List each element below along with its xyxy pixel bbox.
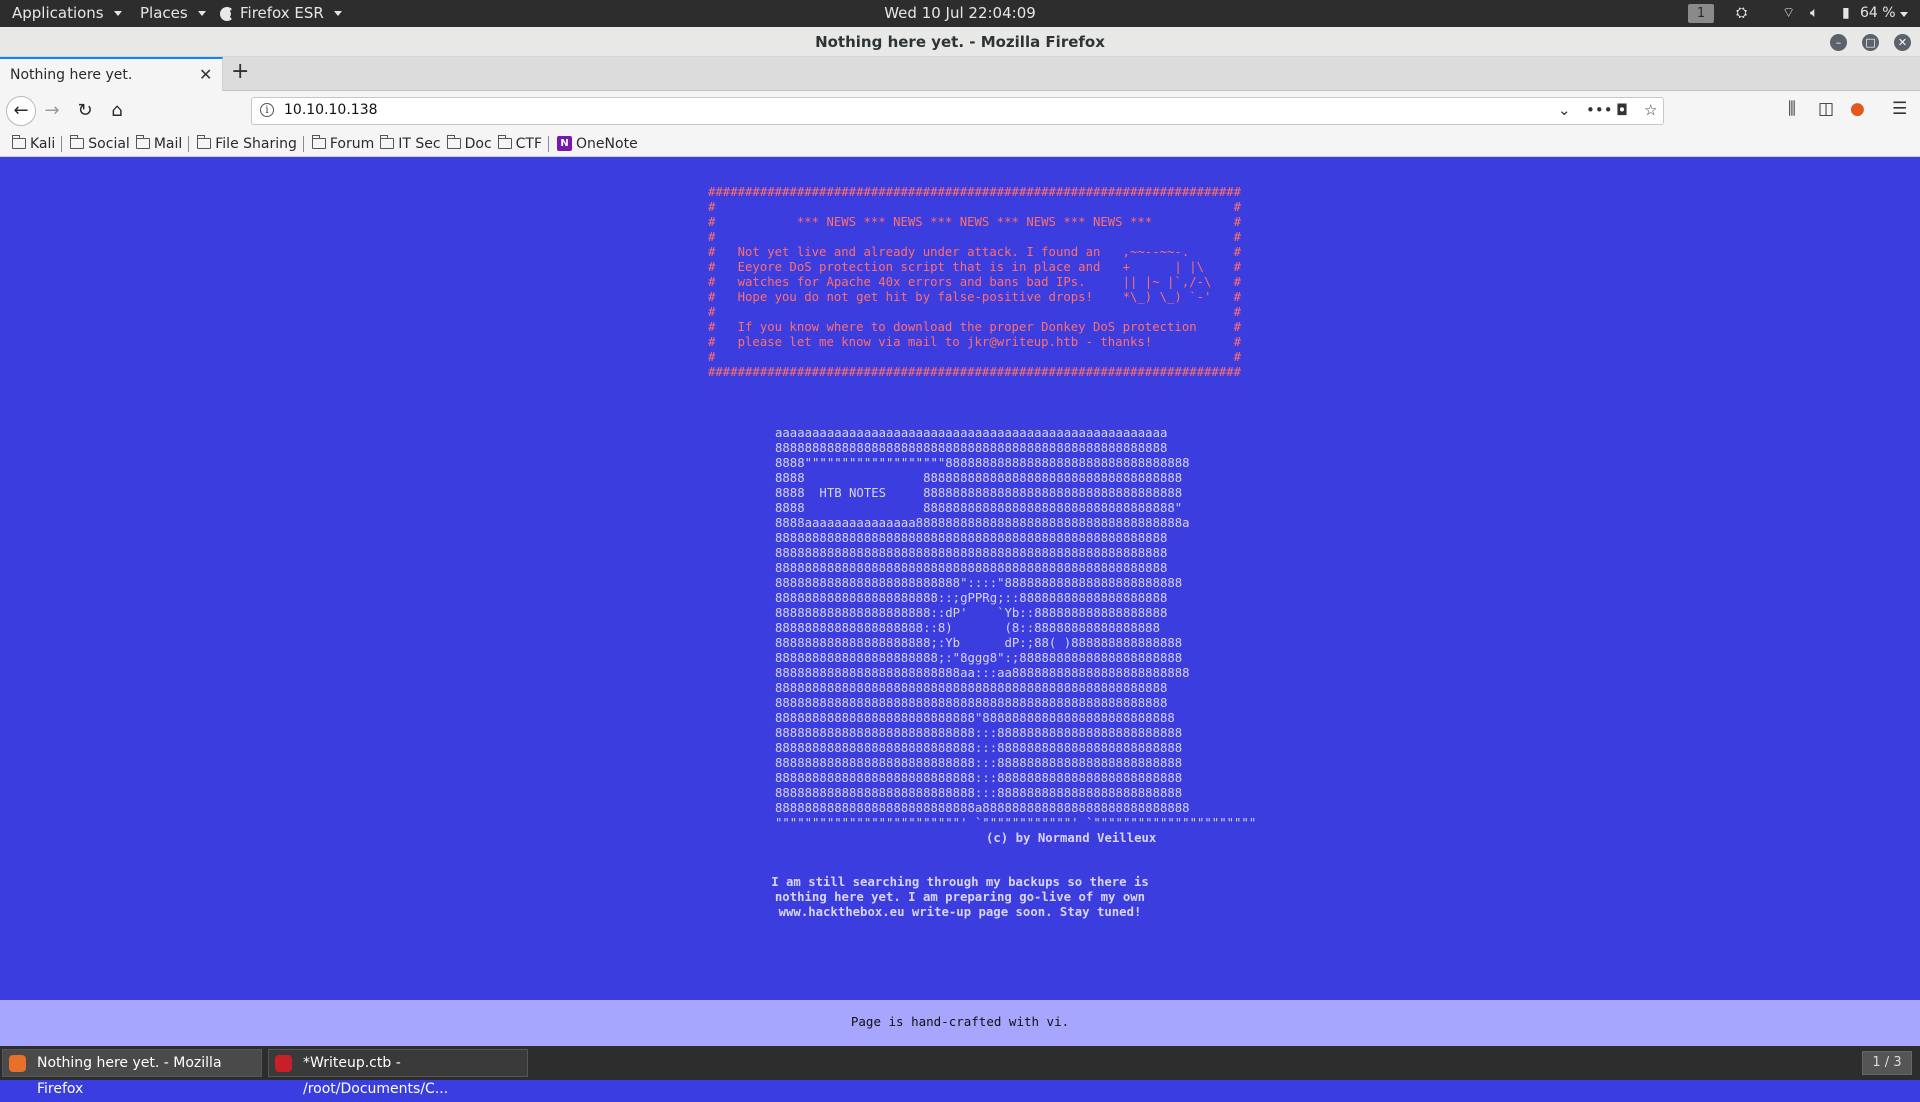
bookmark-folder-mail[interactable]: Mail bbox=[135, 135, 183, 152]
firefox-app-menu[interactable]: Firefox ESR bbox=[220, 0, 342, 27]
home-button[interactable]: ⌂ bbox=[105, 99, 129, 123]
battery-icon[interactable]: ▮ bbox=[1842, 0, 1850, 27]
workspace-pager[interactable]: 1 / 3 bbox=[1862, 1051, 1912, 1075]
places-menu[interactable]: Places bbox=[140, 0, 206, 27]
places-label: Places bbox=[140, 4, 188, 22]
url-dropdown-icon[interactable]: ⌄ bbox=[1558, 101, 1571, 119]
navigation-toolbar: ← → ↻ ⌂ i 10.10.10.138 ⌄ ••• ◘ ☆ ⫼ ◫ ● ☰ bbox=[0, 91, 1920, 131]
bookmark-label: File Sharing bbox=[215, 135, 297, 152]
bookmark-separator bbox=[302, 135, 304, 152]
library-icon[interactable]: ⫼ bbox=[1788, 99, 1796, 119]
bookmark-label: Social bbox=[88, 135, 130, 152]
close-tab-icon[interactable]: ✕ bbox=[199, 65, 212, 84]
reload-button[interactable]: ↻ bbox=[73, 99, 97, 123]
window-titlebar: Nothing here yet. - Mozilla Firefox – □ … bbox=[0, 27, 1920, 57]
extension-icon[interactable]: ● bbox=[1850, 99, 1865, 119]
bookmark-star-icon[interactable]: ☆ bbox=[1644, 101, 1657, 119]
bookmarks-toolbar: Kali Social Mail File Sharing Forum IT S… bbox=[0, 131, 1920, 157]
workspace-indicator[interactable]: 1 bbox=[1688, 4, 1714, 23]
news-banner: ########################################… bbox=[708, 185, 1242, 379]
applications-label: Applications bbox=[12, 4, 104, 22]
maximize-button[interactable]: □ bbox=[1862, 34, 1879, 51]
apps-tray-icon[interactable]: ⛭ bbox=[1736, 0, 1747, 27]
taskbar-item-label: Nothing here yet. - Mozilla Firefox bbox=[37, 1055, 222, 1097]
onenote-icon: N bbox=[557, 136, 573, 151]
folder-icon bbox=[135, 135, 150, 149]
folder-icon bbox=[70, 135, 85, 149]
bookmark-folder-it-sec[interactable]: IT Sec bbox=[380, 135, 441, 152]
bookmark-label: IT Sec bbox=[398, 135, 441, 152]
system-menu-caret[interactable] bbox=[1896, 0, 1908, 27]
taskbar-item-cherrytree[interactable]: *Writeup.ctb - /root/Documents/C... bbox=[268, 1049, 528, 1097]
sidebar-icon[interactable]: ◫ bbox=[1818, 99, 1834, 119]
bookmark-onenote[interactable]: N OneNote bbox=[557, 136, 638, 152]
tab-strip: Nothing here yet. ✕ + bbox=[0, 57, 1920, 92]
url-bar[interactable]: i 10.10.10.138 ⌄ ••• ◘ ☆ bbox=[251, 97, 1664, 125]
bookmark-folder-doc[interactable]: Doc bbox=[446, 135, 492, 152]
folder-icon bbox=[12, 135, 26, 149]
bookmark-label: OneNote bbox=[576, 135, 638, 152]
htb-notes-ascii-art: aaaaaaaaaaaaaaaaaaaaaaaaaaaaaaaaaaaaaaaa… bbox=[775, 426, 1257, 830]
back-button[interactable]: ← bbox=[6, 96, 36, 126]
bookmark-folder-forum[interactable]: Forum bbox=[311, 135, 375, 152]
hamburger-menu-icon[interactable]: ☰ bbox=[1892, 99, 1907, 119]
bookmark-folder-kali[interactable]: Kali bbox=[12, 135, 56, 152]
new-tab-button[interactable]: + bbox=[231, 59, 249, 84]
taskbar-item-label: *Writeup.ctb - /root/Documents/C... bbox=[303, 1055, 449, 1097]
battery-percentage: 64 % bbox=[1860, 5, 1896, 21]
web-page-content: ########################################… bbox=[0, 157, 1920, 1000]
ascii-art-credit: (c) by Normand Veilleux bbox=[986, 831, 1157, 845]
chevron-down-icon bbox=[197, 11, 206, 16]
bookmark-separator bbox=[548, 135, 550, 152]
bookmark-separator bbox=[188, 135, 190, 152]
firefox-icon bbox=[220, 6, 234, 21]
taskbar-item-firefox[interactable]: Nothing here yet. - Mozilla Firefox bbox=[2, 1049, 262, 1097]
volume-icon[interactable]: 🔈︎ bbox=[1810, 0, 1818, 27]
close-window-button[interactable]: ✕ bbox=[1894, 34, 1911, 51]
bookmark-folder-ctf[interactable]: CTF bbox=[497, 135, 543, 152]
bookmark-folder-file-sharing[interactable]: File Sharing bbox=[197, 135, 297, 152]
gnome-top-bar: Applications Places Firefox ESR Wed 10 J… bbox=[0, 0, 1920, 27]
window-title: Nothing here yet. - Mozilla Firefox bbox=[815, 33, 1105, 51]
folder-icon bbox=[311, 135, 326, 149]
bookmark-label: Mail bbox=[153, 135, 183, 152]
minimize-button[interactable]: – bbox=[1830, 34, 1847, 51]
status-message: I am still searching through my backups … bbox=[771, 875, 1149, 919]
footer-text: Page is hand-crafted with vi. bbox=[850, 1014, 1070, 1029]
cherrytree-icon bbox=[275, 1055, 292, 1072]
firefox-app-label: Firefox ESR bbox=[240, 4, 324, 22]
window-taskbar: Nothing here yet. - Mozilla Firefox *Wri… bbox=[0, 1046, 1920, 1097]
applications-menu[interactable]: Applications bbox=[12, 0, 122, 27]
url-text[interactable]: 10.10.10.138 bbox=[284, 102, 378, 118]
folder-icon bbox=[197, 135, 212, 149]
pocket-icon[interactable]: ◘ bbox=[1616, 101, 1628, 119]
tab-active[interactable]: Nothing here yet. ✕ bbox=[0, 57, 223, 92]
bookmark-folder-social[interactable]: Social bbox=[70, 135, 130, 152]
bookmark-label: Kali bbox=[30, 135, 56, 152]
chevron-down-icon bbox=[333, 11, 342, 16]
tab-title: Nothing here yet. bbox=[10, 67, 133, 83]
forward-button[interactable]: → bbox=[40, 99, 64, 123]
page-footer: Page is hand-crafted with vi. bbox=[0, 1000, 1920, 1046]
bookmark-label: CTF bbox=[515, 135, 543, 152]
wifi-icon[interactable]: ⌔ bbox=[1782, 0, 1795, 27]
folder-icon bbox=[497, 135, 512, 149]
site-info-icon[interactable]: i bbox=[260, 103, 274, 117]
folder-icon bbox=[446, 135, 461, 149]
chevron-down-icon bbox=[113, 11, 122, 16]
folder-icon bbox=[380, 135, 395, 149]
page-actions-icon[interactable]: ••• bbox=[1586, 101, 1613, 119]
bookmark-separator bbox=[61, 135, 63, 152]
bookmark-label: Doc bbox=[464, 135, 492, 152]
firefox-icon bbox=[9, 1055, 26, 1072]
bookmark-label: Forum bbox=[329, 135, 375, 152]
